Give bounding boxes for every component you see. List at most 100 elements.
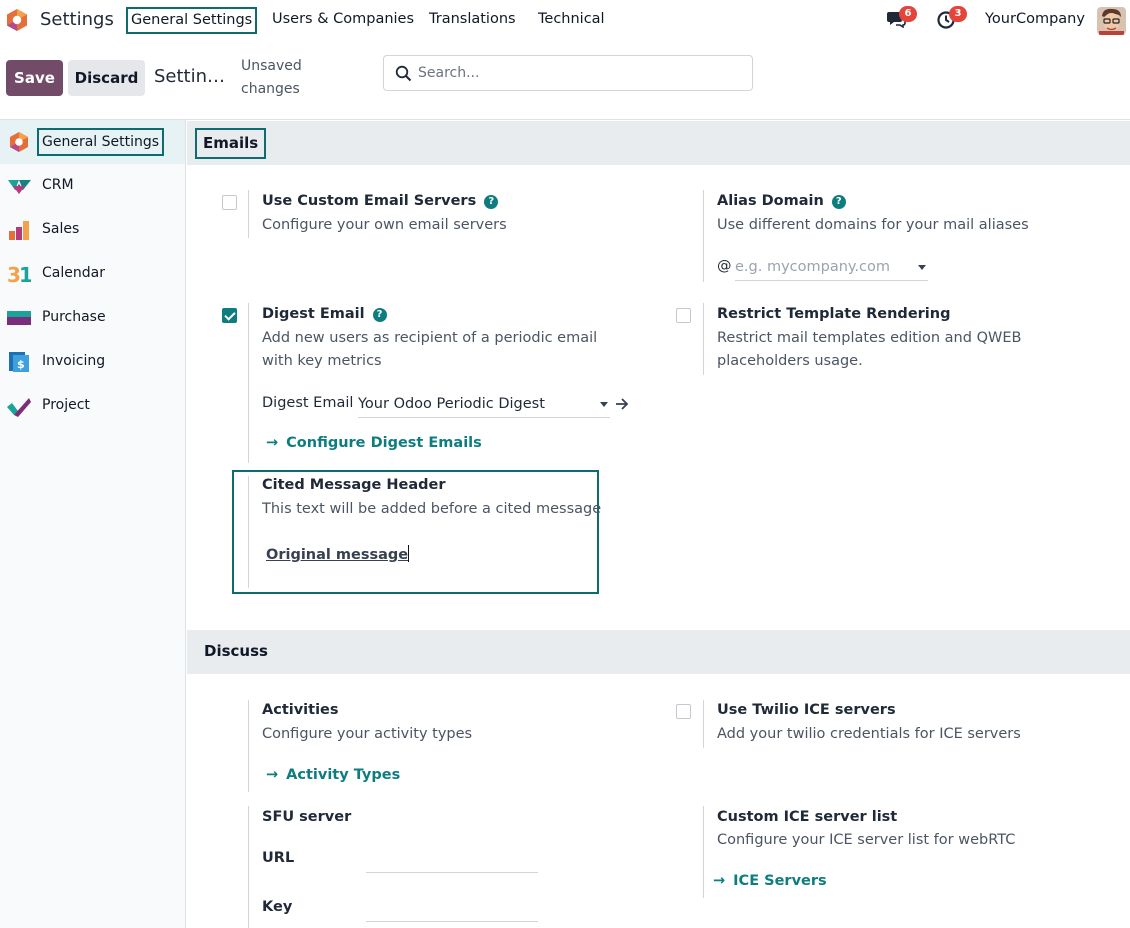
alias-at-sign: @: [717, 258, 732, 274]
restrict-template-checkbox[interactable]: [676, 308, 691, 323]
setting-divider: [703, 700, 704, 748]
activities-badge: 3: [949, 6, 967, 22]
top-navbar: Settings General Settings Users & Compan…: [0, 0, 1130, 41]
chevron-down-icon: [600, 402, 608, 407]
sfu-server-title: SFU server: [262, 809, 352, 825]
setting-divider: [248, 700, 249, 792]
sidebar-item-invoicing[interactable]: $ Invoicing: [0, 340, 185, 384]
digest-email-field-label: Digest Email: [262, 395, 354, 411]
digest-email-checkbox[interactable]: [222, 308, 237, 323]
sidebar-item-crm[interactable]: CRM: [0, 164, 185, 208]
ice-servers-link[interactable]: → ICE Servers: [713, 873, 827, 889]
setting-divider: [248, 476, 249, 588]
setting-divider: [703, 806, 704, 898]
text-cursor: [408, 545, 410, 562]
unsaved-changes-indicator: Unsaved changes: [241, 58, 302, 97]
user-avatar[interactable]: [1097, 7, 1126, 35]
menu-general-settings[interactable]: General Settings: [125, 7, 258, 34]
messages-button[interactable]: 6: [886, 6, 917, 30]
sfu-url-input[interactable]: [366, 872, 538, 873]
arrow-right-icon: →: [266, 767, 279, 783]
sfu-url-label: URL: [262, 850, 295, 866]
arrow-right-icon: →: [713, 873, 726, 889]
menu-technical[interactable]: Technical: [538, 11, 605, 27]
cited-header-desc: This text will be added before a cited m…: [262, 501, 602, 517]
sfu-key-input[interactable]: [366, 921, 538, 922]
alias-domain-placeholder: e.g. mycompany.com: [735, 259, 890, 275]
company-switcher[interactable]: YourCompany: [985, 11, 1085, 27]
section-header-discuss: Discuss: [187, 630, 1130, 674]
digest-email-value: Your Odoo Periodic Digest: [358, 396, 545, 412]
sidebar-item-project[interactable]: Project: [0, 384, 185, 428]
sidebar-item-calendar[interactable]: 3 1 Calendar: [0, 252, 185, 296]
section-title: Emails: [194, 128, 267, 159]
app-title[interactable]: Settings: [40, 9, 114, 30]
setting-divider: [248, 303, 249, 463]
settings-app-icon: [10, 132, 28, 152]
chevron-down-icon: [918, 265, 926, 270]
digest-email-select[interactable]: Your Odoo Periodic Digest: [358, 392, 610, 418]
open-record-arrow-icon[interactable]: [615, 398, 629, 410]
sidebar-item-label: Calendar: [42, 265, 105, 281]
configure-digest-emails-link[interactable]: → Configure Digest Emails: [266, 435, 482, 451]
sidebar-item-label: Purchase: [42, 309, 106, 325]
twilio-title: Use Twilio ICE servers: [717, 702, 896, 718]
sidebar-item-purchase[interactable]: Purchase: [0, 296, 185, 340]
activities-title: Activities: [262, 702, 339, 718]
odoo-settings-icon[interactable]: [6, 8, 28, 32]
twilio-desc: Add your twilio credentials for ICE serv…: [717, 726, 1021, 742]
setting-divider: [248, 190, 249, 238]
breadcrumb: Settin…: [154, 66, 226, 87]
section-title: Discuss: [204, 642, 268, 660]
setting-divider: [703, 190, 704, 282]
twilio-ice-checkbox[interactable]: [676, 704, 691, 719]
alias-domain-select[interactable]: e.g. mycompany.com: [735, 255, 928, 281]
alias-domain-desc: Use different domains for your mail alia…: [717, 217, 1029, 233]
restrict-template-title: Restrict Template Rendering: [717, 306, 951, 322]
sidebar-item-sales[interactable]: Sales: [0, 208, 185, 252]
cited-header-editor[interactable]: Original message: [266, 545, 410, 563]
sidebar-item-label: Sales: [42, 221, 80, 237]
help-icon[interactable]: ?: [484, 195, 499, 209]
purchase-app-icon: [7, 311, 31, 325]
digest-email-desc: Add new users as recipient of a periodic…: [262, 330, 598, 369]
custom-email-servers-checkbox[interactable]: [222, 195, 237, 210]
custom-email-servers-desc: Configure your own email servers: [262, 217, 507, 233]
ice-list-desc: Configure your ICE server list for webRT…: [717, 832, 1016, 848]
alias-domain-title: Alias Domain?: [717, 193, 846, 209]
discard-button[interactable]: Discard: [68, 60, 145, 96]
setting-divider: [703, 303, 704, 375]
activities-desc: Configure your activity types: [262, 726, 473, 742]
section-header-emails: Emails: [187, 121, 1130, 165]
setting-divider: [248, 806, 249, 928]
search-box: [383, 55, 753, 91]
calendar-app-icon: 3 1: [7, 263, 31, 285]
activities-button[interactable]: 3: [936, 6, 967, 30]
invoicing-app-icon: $: [9, 352, 29, 372]
help-icon[interactable]: ?: [831, 195, 846, 209]
svg-text:$: $: [17, 358, 25, 371]
menu-users-companies[interactable]: Users & Companies: [272, 11, 414, 27]
sidebar-item-label: Invoicing: [42, 353, 106, 369]
search-icon: [395, 65, 412, 82]
crm-app-icon: [8, 180, 31, 194]
sales-app-icon: [9, 221, 29, 240]
arrow-right-icon: →: [266, 435, 279, 451]
sidebar-item-label: CRM: [42, 177, 74, 193]
digest-email-title: Digest Email?: [262, 306, 387, 322]
cited-header-title: Cited Message Header: [262, 477, 446, 493]
save-button[interactable]: Save: [6, 60, 63, 96]
help-icon[interactable]: ?: [372, 308, 387, 322]
search-input[interactable]: [418, 56, 738, 90]
sidebar-item-label: General Settings: [36, 128, 165, 156]
sidebar-item-label: Project: [42, 397, 90, 413]
activity-types-link[interactable]: → Activity Types: [266, 767, 400, 783]
project-app-icon: [7, 398, 31, 417]
svg-text:1: 1: [19, 263, 31, 285]
settings-sidebar: General Settings CRM Sales 3 1 Calendar …: [0, 120, 186, 928]
custom-email-servers-title: Use Custom Email Servers?: [262, 193, 499, 209]
menu-translations[interactable]: Translations: [429, 11, 516, 27]
restrict-template-desc: Restrict mail templates edition and QWEB…: [717, 330, 1022, 369]
messages-badge: 6: [899, 6, 917, 22]
sidebar-item-general-settings[interactable]: General Settings: [0, 120, 185, 164]
